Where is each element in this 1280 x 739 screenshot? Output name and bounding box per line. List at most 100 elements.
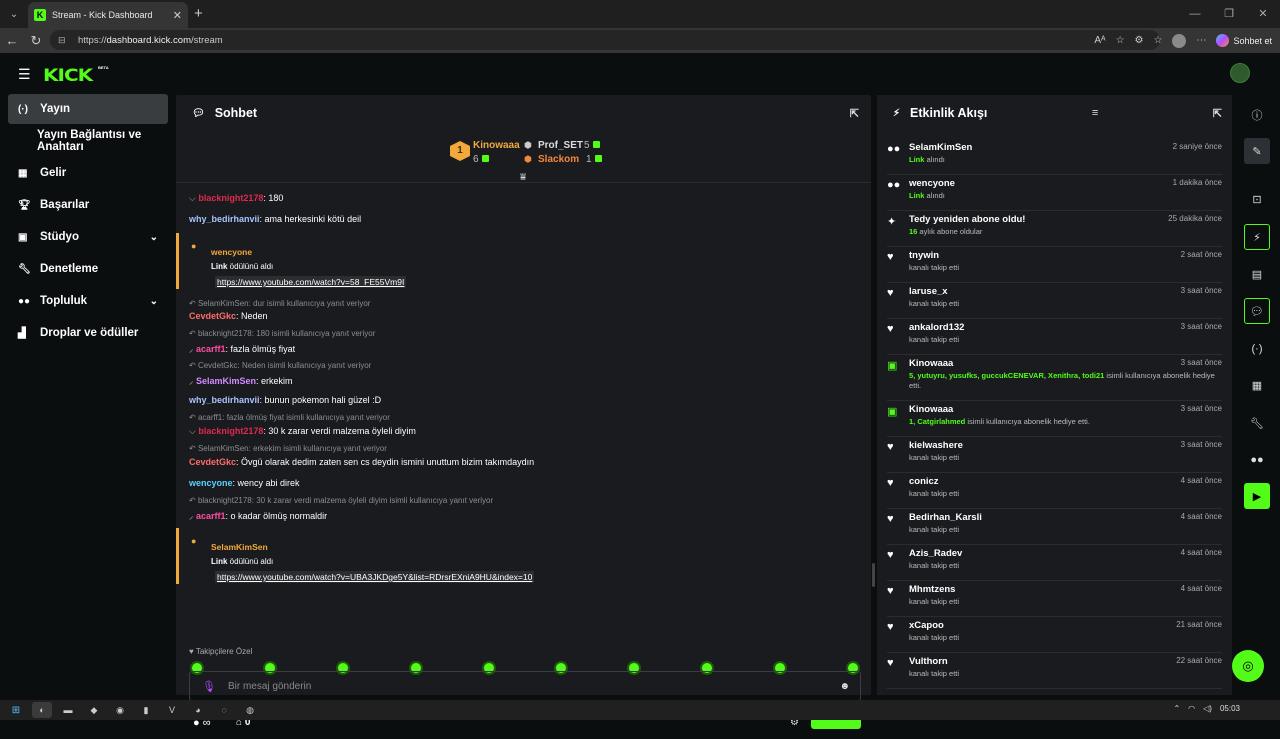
activity-event[interactable]: ♥ tnywin 2 saat önce kanalı takip etti [887, 247, 1222, 283]
leader-name-3[interactable]: Slackom [538, 154, 579, 165]
close-tab-icon[interactable]: ✕ [173, 9, 182, 22]
windows-start-icon[interactable]: ⊞ [6, 702, 26, 718]
event-name[interactable]: tnywin [909, 250, 939, 261]
discord-taskbar-icon[interactable]: ◕ [188, 702, 208, 718]
event-name[interactable]: SelamKimSen [909, 142, 972, 153]
sidebar-item-stream-key[interactable]: Yayın Bağlantısı ve Anahtarı [8, 126, 168, 156]
screenshot-icon[interactable]: ⊡ [1244, 186, 1270, 212]
activity-event[interactable]: ●● SelamKimSen 2 saniye önce Link alındı [887, 139, 1222, 175]
mod-tools-icon[interactable]: ▦ [1244, 372, 1270, 398]
site-info-icon[interactable]: ⊟ [58, 35, 72, 46]
activity-event[interactable]: ♥ Bedirhan_Karsli 4 saat önce kanalı takip … [887, 509, 1222, 545]
app-taskbar-icon[interactable]: ▮ [136, 702, 156, 718]
community-icon[interactable]: ●● [1244, 447, 1270, 473]
popout-icon[interactable]: ⇱ [1213, 107, 1222, 120]
broadcast-icon[interactable]: (·) [1244, 336, 1270, 362]
kick-logo[interactable]: KICK [43, 65, 93, 85]
app-taskbar-icon[interactable]: ◆ [84, 702, 104, 718]
tray-chevron-icon[interactable]: ⌃ [1173, 704, 1180, 713]
activity-event[interactable]: ♥ ankalord132 3 saat önce kanalı takip etti [887, 319, 1222, 355]
activity-event[interactable]: ♥ Vulthorn 22 saat önce kanalı takip etti [887, 653, 1222, 689]
profile-avatar[interactable] [1172, 33, 1187, 48]
collections-icon[interactable]: ☆ [1154, 35, 1163, 46]
favorite-star-icon[interactable]: ☆ [1116, 35, 1125, 46]
chat-scrollbar[interactable] [872, 563, 875, 587]
sidebar-item-droplar[interactable]: ▟ Droplar ve ödüller [8, 318, 168, 348]
activity-event[interactable]: ✦ Tedy yeniden abone oldu! 25 dakika önce 1… [887, 211, 1222, 247]
read-aloud-icon[interactable]: Aᴬ [1094, 35, 1105, 46]
activity-event[interactable]: ♥ Mhmtzens 4 saat önce kanalı takip etti [887, 581, 1222, 617]
help-chat-icon[interactable]: ◎ [1232, 650, 1264, 682]
minimize-icon[interactable]: — [1178, 0, 1212, 28]
new-tab-icon[interactable]: + [194, 5, 203, 22]
event-name[interactable]: ankalord132 [909, 322, 964, 333]
maximize-icon[interactable]: ❐ [1212, 0, 1246, 28]
chat-username[interactable]: CevdetGkc [189, 457, 236, 467]
event-name[interactable]: Mhmtzens [909, 584, 955, 595]
chat-username[interactable]: wencyone [189, 478, 233, 488]
wifi-icon[interactable]: ◠ [1188, 704, 1195, 713]
activity-event[interactable]: ●● wencyone 1 dakika önce Link alındı [887, 175, 1222, 211]
microphone-icon[interactable]: 🎙︎ [202, 680, 216, 693]
clapperboard-icon[interactable]: ▶ [1244, 483, 1270, 509]
sidebar-item-gelir[interactable]: ▦ Gelir [8, 158, 168, 188]
event-name[interactable]: laruse_x [909, 286, 948, 297]
explorer-taskbar-icon[interactable]: ▬ [58, 702, 78, 718]
chat-username[interactable]: why_bedirhanvii [189, 395, 260, 405]
back-icon[interactable]: ← [0, 33, 24, 48]
edge-taskbar-icon[interactable]: ◐ [32, 702, 52, 718]
sidebar-item-topluluk[interactable]: ●● Topluluk ⌄ [8, 286, 168, 316]
event-name[interactable]: kielwashere [909, 440, 963, 451]
event-name[interactable]: Tedy yeniden abone oldu! [909, 214, 1025, 225]
activity-event[interactable]: ♥ conicz 4 saat önce kanalı takip etti [887, 473, 1222, 509]
event-name[interactable]: Azis_Radev [909, 548, 962, 559]
leader-name-1[interactable]: Kinowaaa [473, 140, 520, 151]
browser-tab[interactable]: K Stream - Kick Dashboard ✕ [28, 2, 188, 28]
reward-username[interactable]: SelamKimSen [211, 542, 268, 552]
clock[interactable]: 05:03 [1220, 704, 1240, 713]
chat-username[interactable]: blacknight2178 [198, 193, 263, 203]
extensions-icon[interactable]: ⚙ [1135, 35, 1144, 46]
url-field[interactable]: ⊟ https://dashboard.kick.com/stream [50, 30, 1160, 50]
activity-event[interactable]: ▣ Kinowaaa 3 saat önce 1, Catgirlahmed isim… [887, 401, 1222, 437]
activity-event[interactable]: ▣ Kinowaaa 3 saat önce 5, yutuyru, yusufks,… [887, 355, 1222, 401]
close-window-icon[interactable]: ✕ [1246, 0, 1280, 28]
tab-list-chevron-icon[interactable]: ⌄ [0, 0, 28, 28]
activity-event[interactable]: ♥ Azis_Radev 4 saat önce kanalı takip etti [887, 545, 1222, 581]
sidebar-item-basarilar[interactable]: 🏆︎ Başarılar [8, 190, 168, 220]
chat-username[interactable]: acarff1 [196, 511, 226, 521]
chat-username[interactable]: SelamKimSen [196, 376, 256, 386]
reward-link[interactable]: https://www.youtube.com/watch?v=UBA3JKDg… [215, 571, 535, 583]
event-name[interactable]: conicz [909, 476, 939, 487]
expand-leaderboard-icon[interactable]: ⩸ [520, 172, 526, 183]
wrench-icon[interactable]: 🔧︎ [1244, 410, 1270, 436]
notes-icon[interactable]: ▤ [1244, 261, 1270, 287]
activity-event[interactable]: ♥ kielwashere 3 saat önce kanalı takip etti [887, 437, 1222, 473]
sidebar-item-yayin[interactable]: (·) Yayın [8, 94, 168, 124]
user-avatar[interactable] [1230, 63, 1250, 83]
popout-icon[interactable]: ⇱ [850, 107, 859, 120]
event-name[interactable]: wencyone [909, 178, 955, 189]
leader-name-2[interactable]: Prof_SET [538, 140, 583, 151]
chat-toggle-icon[interactable]: 💬︎ [1244, 298, 1270, 324]
info-icon[interactable]: ⓘ [1244, 102, 1270, 128]
event-name[interactable]: Bedirhan_Karsli [909, 512, 982, 523]
reload-icon[interactable]: ↻ [24, 33, 48, 49]
activity-event[interactable]: ♥ xCapoo 21 saat önce kanalı takip etti [887, 617, 1222, 653]
more-icon[interactable]: ⋯ [1196, 35, 1206, 46]
activity-toggle-icon[interactable]: ⚡︎ [1244, 224, 1270, 250]
event-name[interactable]: Vulthorn [909, 656, 948, 667]
steam-taskbar-icon[interactable]: ◍ [240, 702, 260, 718]
sidebar-item-studyo[interactable]: ▣ Stüdyo ⌄ [8, 222, 168, 252]
reward-username[interactable]: wencyone [211, 247, 252, 257]
chat-username[interactable]: acarff1 [196, 344, 226, 354]
app-taskbar-icon[interactable]: V [162, 702, 182, 718]
menu-icon[interactable]: ☰ [18, 66, 31, 83]
app-taskbar-icon[interactable]: ◉ [110, 702, 130, 718]
app-taskbar-icon[interactable]: ◌ [214, 702, 234, 718]
event-name[interactable]: Kinowaaa [909, 404, 953, 415]
chat-username[interactable]: why_bedirhanvii [189, 214, 260, 224]
edit-icon[interactable]: ✎ [1244, 138, 1270, 164]
emoji-icon[interactable]: ☻ [839, 681, 850, 692]
chat-username[interactable]: CevdetGkc [189, 311, 236, 321]
